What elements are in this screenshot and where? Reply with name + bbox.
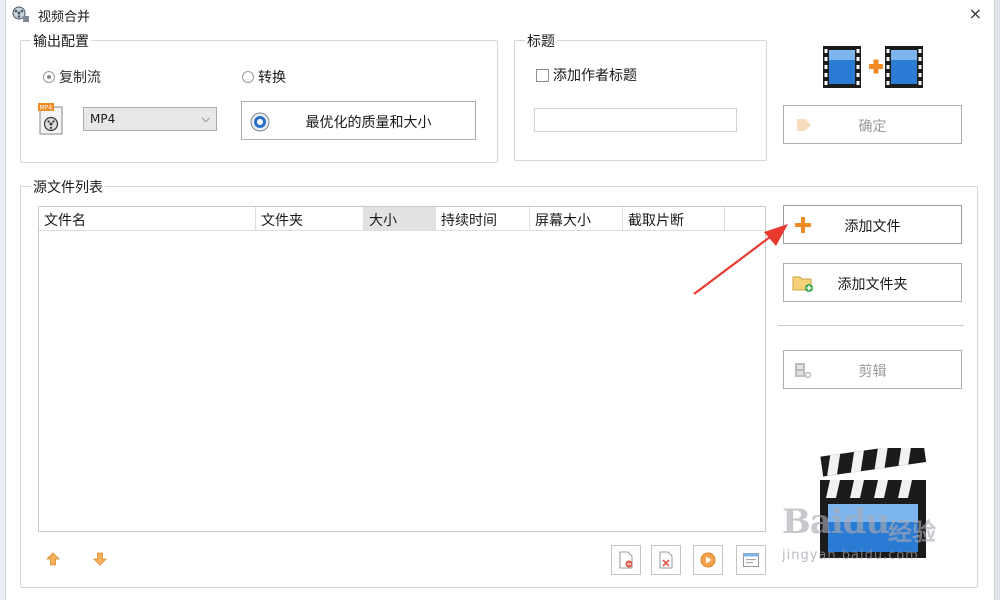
film-merge-logo-icon [823,46,923,88]
confirm-button[interactable]: 确定 [783,105,962,144]
add-author-title-label: 添加作者标题 [553,68,637,84]
format-select[interactable]: MP4 ⌵ [83,107,217,131]
background-window-edge [0,0,6,600]
output-config-legend: 输出配置 [31,31,91,51]
watermark-brand: Baidu [782,502,890,542]
play-preview-button[interactable] [693,545,723,575]
chevron-down-icon: ⌵ [201,112,210,125]
move-down-button[interactable] [89,548,111,570]
copy-stream-radio[interactable]: 复制流 [43,67,101,87]
column-header-screen-size[interactable]: 屏幕大小 [530,207,623,231]
window-title: 视频合并 [38,10,91,25]
file-remove-icon [619,551,633,569]
optimize-quality-button[interactable]: 最优化的质量和大小 [241,101,476,140]
move-up-button[interactable] [42,548,64,570]
source-files-table[interactable]: 文件名 文件夹 大小 持续时间 屏幕大小 截取片断 [38,206,766,532]
properties-button[interactable] [736,545,766,575]
column-header-folder[interactable]: 文件夹 [256,207,364,231]
add-author-title-checkbox[interactable]: 添加作者标题 [536,65,637,85]
file-clear-icon [659,551,673,569]
window-info-icon [743,553,759,567]
play-icon [700,552,716,568]
background-window-edge [994,0,1000,600]
output-config-group: 输出配置 复制流 转换 MP4 MP4 ⌵ 最优化的质量和大小 [20,31,498,163]
column-header-duration[interactable]: 持续时间 [436,207,530,231]
table-header: 文件名 文件夹 大小 持续时间 屏幕大小 截取片断 [39,207,765,231]
add-folder-label: 添加文件夹 [837,277,908,293]
watermark-brand-cn: 经验 [888,518,936,546]
radio-dot [43,71,55,83]
add-folder-button[interactable]: 添加文件夹 [783,263,962,302]
mp4-file-icon: MP4 [38,103,63,135]
annotation-arrow [693,224,788,295]
close-button[interactable]: × [969,4,982,23]
watermark-url: jingyan.baidu.com [782,548,919,563]
title-group: 标题 添加作者标题 [514,31,767,161]
clear-list-button[interactable] [651,545,681,575]
svg-text:MP4: MP4 [40,105,53,112]
confirm-label: 确定 [858,119,887,135]
column-header-filename[interactable]: 文件名 [39,207,256,231]
convert-radio[interactable]: 转换 [242,67,286,87]
film-reel-icon [12,6,29,22]
remove-file-button[interactable] [611,545,641,575]
add-file-label: 添加文件 [844,219,901,235]
title-group-legend: 标题 [525,31,557,51]
video-merge-window: 视频合并 × 输出配置 复制流 转换 MP4 MP4 ⌵ 最优化的质量和大小 标… [0,0,1000,600]
title-bar: 视频合并 × [6,0,994,30]
column-header-size[interactable]: 大小 [364,207,436,231]
arrow-down-icon [93,552,107,566]
title-text-field[interactable] [534,108,737,132]
format-select-value: MP4 [90,112,116,126]
action-separator [778,325,964,326]
arrow-up-icon [46,552,60,566]
copy-stream-label: 复制流 [59,70,101,86]
convert-label: 转换 [258,70,286,86]
optimize-quality-label: 最优化的质量和大小 [305,115,432,131]
edit-button[interactable]: 剪辑 [783,350,962,389]
baidu-watermark: Baidu 经验 jingyan.baidu.com [782,500,962,570]
radio-dot [242,71,254,83]
source-files-legend: 源文件列表 [31,177,105,197]
add-file-button[interactable]: 添加文件 [783,205,962,244]
edit-label: 剪辑 [858,364,887,380]
checkbox-box [536,68,549,82]
